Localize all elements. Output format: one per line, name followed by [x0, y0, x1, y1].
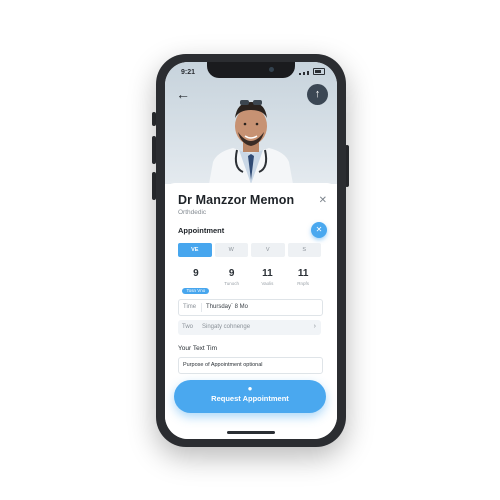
- appointment-title: Appointment: [178, 226, 225, 235]
- appointment-card: Dr Manzzor Memon Orthdedic ✕ Appointment…: [165, 183, 337, 439]
- phone-frame: ← ↑ 9:21 Dr Manzzor Memon Orthdedic ✕ Ap…: [156, 54, 346, 447]
- doctor-name: Dr Manzzor Memon: [178, 193, 295, 207]
- day-tab-1[interactable]: VE: [178, 243, 212, 257]
- status-icons: [299, 68, 325, 75]
- battery-icon: [313, 68, 325, 75]
- close-circle-icon[interactable]: ✕: [311, 222, 327, 238]
- option-row[interactable]: Two Singaty cohnenge ›: [178, 320, 321, 335]
- date-option-3[interactable]: 11 Vaolis: [250, 268, 286, 297]
- date-option-4[interactable]: 11 Rnpfs: [285, 268, 321, 297]
- back-arrow-icon[interactable]: ←: [176, 85, 194, 103]
- date-label: Tosn Vno: [182, 288, 210, 294]
- date-selector: 9 Tosn Vno 9 Tunoch 11 Vaolis 11 Rnpfs: [178, 268, 321, 297]
- time-field[interactable]: Time Thursday` 8 Mo: [178, 299, 323, 316]
- doctor-photo: [209, 100, 293, 184]
- day-tab-4[interactable]: S: [287, 243, 321, 257]
- date-number: 11: [262, 268, 273, 279]
- close-icon[interactable]: ✕: [319, 195, 327, 206]
- date-option-1[interactable]: 9 Tosn Vno: [178, 268, 214, 297]
- option-row-label: Two: [182, 324, 194, 330]
- request-appointment-label: Request Appointment: [211, 394, 289, 403]
- date-number: 9: [228, 268, 235, 279]
- home-indicator: [227, 431, 275, 434]
- date-number: 9: [193, 268, 199, 279]
- time-field-value: Thursday` 8 Mo: [201, 303, 249, 312]
- day-selector: VE W V S: [178, 243, 321, 257]
- day-tab-2[interactable]: W: [214, 243, 248, 257]
- day-tab-3[interactable]: V: [251, 243, 285, 257]
- camera-icon: [269, 67, 274, 72]
- signal-bar: [303, 72, 305, 75]
- date-number: 11: [297, 268, 309, 279]
- time-field-label: Time: [183, 304, 197, 310]
- option-row-value: Singaty cohnenge: [202, 324, 251, 330]
- date-option-2[interactable]: 9 Tunoch: [214, 268, 250, 297]
- purpose-input[interactable]: Purpose of Appointment optional: [178, 357, 323, 374]
- chevron-right-icon: ›: [313, 323, 316, 330]
- status-time: 9:21: [181, 69, 196, 76]
- phone-screen: ← ↑ 9:21 Dr Manzzor Memon Orthdedic ✕ Ap…: [165, 62, 337, 439]
- signal-icon: [299, 73, 301, 75]
- date-label: Rnpfs: [297, 281, 309, 286]
- request-appointment-button[interactable]: ● Request Appointment: [174, 380, 326, 413]
- upload-arrow-icon[interactable]: ↑: [307, 84, 328, 105]
- notch: [207, 62, 295, 78]
- stage: ← ↑ 9:21 Dr Manzzor Memon Orthdedic ✕ Ap…: [0, 0, 500, 500]
- stethoscope-icon: ●: [247, 384, 253, 393]
- text-section-title: Your Text Tim: [178, 345, 218, 352]
- date-label: Tunoch: [224, 281, 240, 286]
- signal-bar: [307, 71, 309, 75]
- date-label: Vaolis: [261, 281, 274, 286]
- doctor-specialty: Orthdedic: [178, 209, 207, 216]
